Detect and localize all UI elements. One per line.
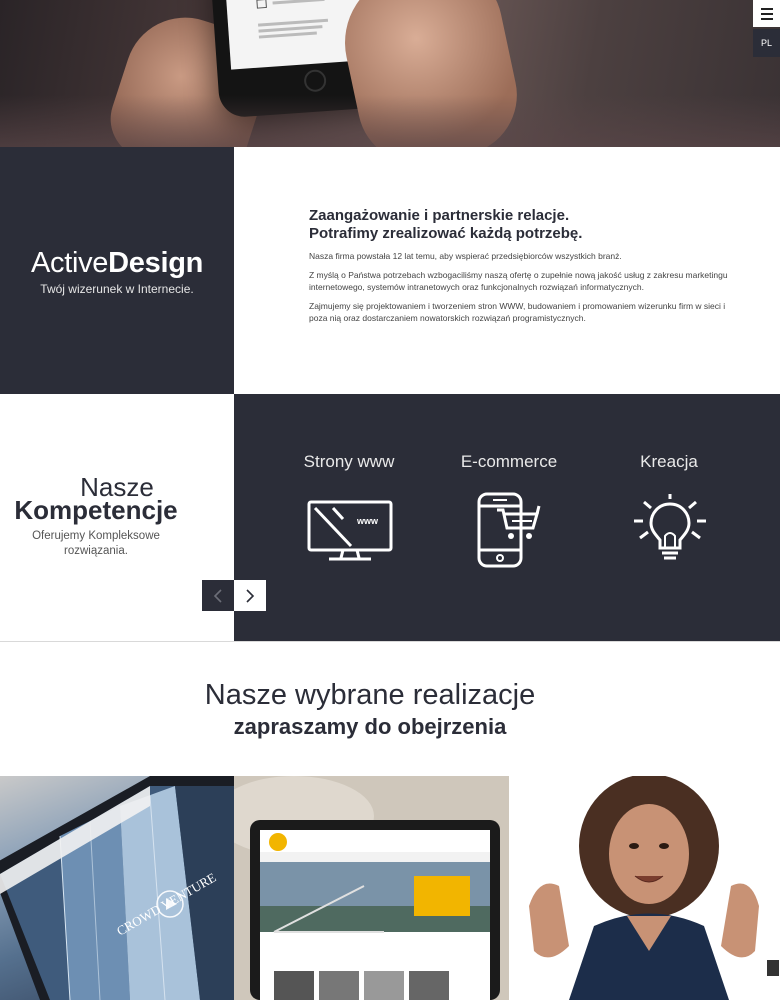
realizations-title: Nasze wybrane realizacje — [204, 679, 536, 711]
services-carousel: Strony www E-commerce Kreacja www — [234, 394, 780, 641]
about-paragraph: Z myślą o Państwa potrzebach wzbogaciliś… — [309, 270, 728, 292]
carousel-prev-button[interactable] — [202, 580, 234, 611]
monitor-www-icon: www — [307, 500, 393, 561]
about-heading-line1: Zaangażowanie i partnerskie relacje. — [309, 207, 570, 224]
service-label-www[interactable]: Strony www — [274, 452, 424, 472]
about-paragraph: Nasza firma powstała 12 lat temu, aby ws… — [309, 251, 622, 261]
service-label-ecommerce[interactable]: E-commerce — [434, 452, 584, 472]
hero-image — [0, 0, 780, 147]
chevron-left-icon — [213, 588, 222, 603]
service-label-kreacja[interactable]: Kreacja — [594, 452, 744, 472]
competences-title-bold: Kompetencje — [14, 495, 178, 525]
phone-home-button — [303, 69, 327, 93]
about-paragraph: Zajmujemy się projektowaniem i tworzenie… — [309, 301, 726, 323]
phone-cart-icon — [477, 492, 541, 568]
brand-panel: ActiveDesign Twój wizerunek w Internecie… — [0, 147, 234, 394]
competences-panel: Nasze Kompetencje Oferujemy Kompleksowe … — [0, 394, 234, 641]
competences-subtitle: Oferujemy Kompleksowe rozwiązania. — [32, 530, 160, 557]
menu-line — [760, 7, 773, 10]
brand-tagline: Twój wizerunek w Internecie. — [40, 282, 194, 296]
hamburger-menu-button[interactable] — [753, 0, 780, 27]
portfolio-tile-portrait[interactable] — [509, 776, 780, 1000]
portfolio-tile-crowd-venture[interactable]: CROWD VENTURE — [0, 776, 234, 1000]
www-text: www — [356, 516, 379, 526]
brand-name-bold: Design — [108, 247, 204, 279]
about-section: Zaangażowanie i partnerskie relacje. Pot… — [234, 147, 780, 394]
language-switch-button[interactable]: PL — [753, 29, 780, 57]
portrait-man-image — [509, 776, 780, 1000]
section-divider — [0, 641, 780, 642]
laptop-website-image — [234, 776, 509, 1000]
about-text: Nasza firma powstała 12 lat temu, aby ws… — [309, 250, 729, 331]
tablet-skyscraper-image: CROWD VENTURE — [0, 776, 234, 1000]
realizations-subtitle: zapraszamy do obejrzenia — [233, 714, 507, 739]
menu-line — [760, 12, 773, 15]
chevron-right-icon — [246, 588, 255, 603]
carousel-next-button[interactable] — [234, 580, 266, 611]
brand-name-light: Active — [30, 247, 109, 279]
about-heading: Zaangażowanie i partnerskie relacje. Pot… — [309, 207, 729, 243]
menu-line — [760, 17, 773, 20]
brand-logo-text: ActiveDesign — [31, 247, 203, 280]
lightbulb-icon — [634, 494, 706, 560]
table-surface — [0, 95, 780, 147]
about-heading-line2: Potrafimy zrealizować każdą potrzebę. — [309, 225, 583, 242]
portfolio-tile-laptop[interactable] — [234, 776, 509, 1000]
